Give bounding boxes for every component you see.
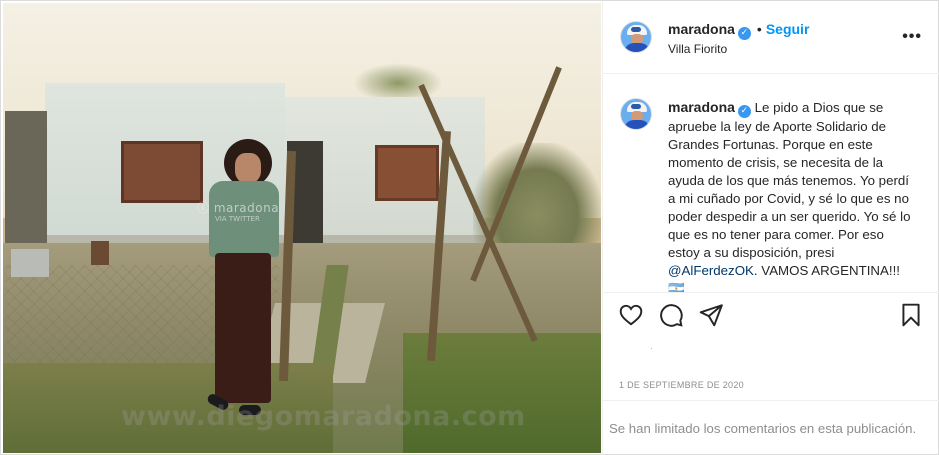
photo-watermark-site: www.diegomaradona.com — [121, 401, 526, 432]
separator-dot: • — [756, 21, 762, 37]
comment-bubble-icon — [660, 304, 683, 327]
location-link[interactable]: Villa Fiorito — [668, 42, 727, 56]
photo-shed — [5, 111, 47, 251]
username-link[interactable]: maradona — [668, 21, 735, 37]
post-side-panel: maradona ✓ • Seguir Villa Fiorito ••• marad… — [602, 2, 939, 455]
avatar[interactable] — [620, 98, 652, 130]
post-date[interactable]: 1 de septiembre de 2020 — [619, 380, 744, 390]
likes-placeholder: · — [650, 344, 653, 353]
header-user-line: maradona ✓ • Seguir — [668, 21, 809, 40]
like-button[interactable] — [618, 302, 646, 330]
photo-window-right — [375, 145, 439, 201]
comments-limited-notice: Se han limitado los comentarios en esta … — [609, 421, 917, 436]
share-button[interactable] — [698, 302, 726, 330]
follow-button[interactable]: Seguir — [766, 21, 810, 37]
instagram-post-window: ⓘ maradona VIA TWITTER www.diegomaradona… — [0, 0, 939, 455]
photo-watermark-handle: ⓘ maradona — [197, 201, 280, 215]
caption-body: Le pido a Dios que se apruebe la ley de … — [668, 100, 911, 260]
caption-block: maradona ✓ Le pido a Dios que se apruebe … — [603, 74, 939, 292]
divider — [603, 292, 939, 293]
photo-bucket — [11, 249, 49, 277]
verified-badge-icon: ✓ — [737, 27, 751, 40]
post-header: maradona ✓ • Seguir Villa Fiorito ••• — [603, 2, 939, 74]
heart-icon — [619, 304, 643, 326]
save-button[interactable] — [898, 302, 926, 330]
photo-person-pants — [215, 253, 271, 403]
comment-button[interactable] — [658, 302, 686, 330]
paper-plane-icon — [699, 304, 723, 327]
avatar[interactable] — [620, 21, 652, 53]
photo-person-face — [235, 153, 261, 183]
post-photo[interactable]: ⓘ maradona VIA TWITTER www.diegomaradona… — [3, 3, 601, 453]
verified-badge-icon: ✓ — [737, 105, 751, 118]
caption-text: maradona ✓ Le pido a Dios que se apruebe … — [668, 98, 918, 292]
more-options-icon[interactable]: ••• — [902, 28, 922, 46]
photo-window-left — [121, 141, 203, 203]
caption-username-link[interactable]: maradona — [668, 99, 735, 115]
mention-link[interactable]: @AlFerdezOK — [668, 263, 754, 278]
photo-pot — [91, 241, 109, 265]
action-bar — [603, 294, 939, 340]
photo-watermark-sub: VIA TWITTER — [215, 215, 260, 223]
bookmark-icon — [902, 303, 920, 327]
comments-limited-bar: Se han limitado los comentarios en esta … — [603, 400, 939, 455]
